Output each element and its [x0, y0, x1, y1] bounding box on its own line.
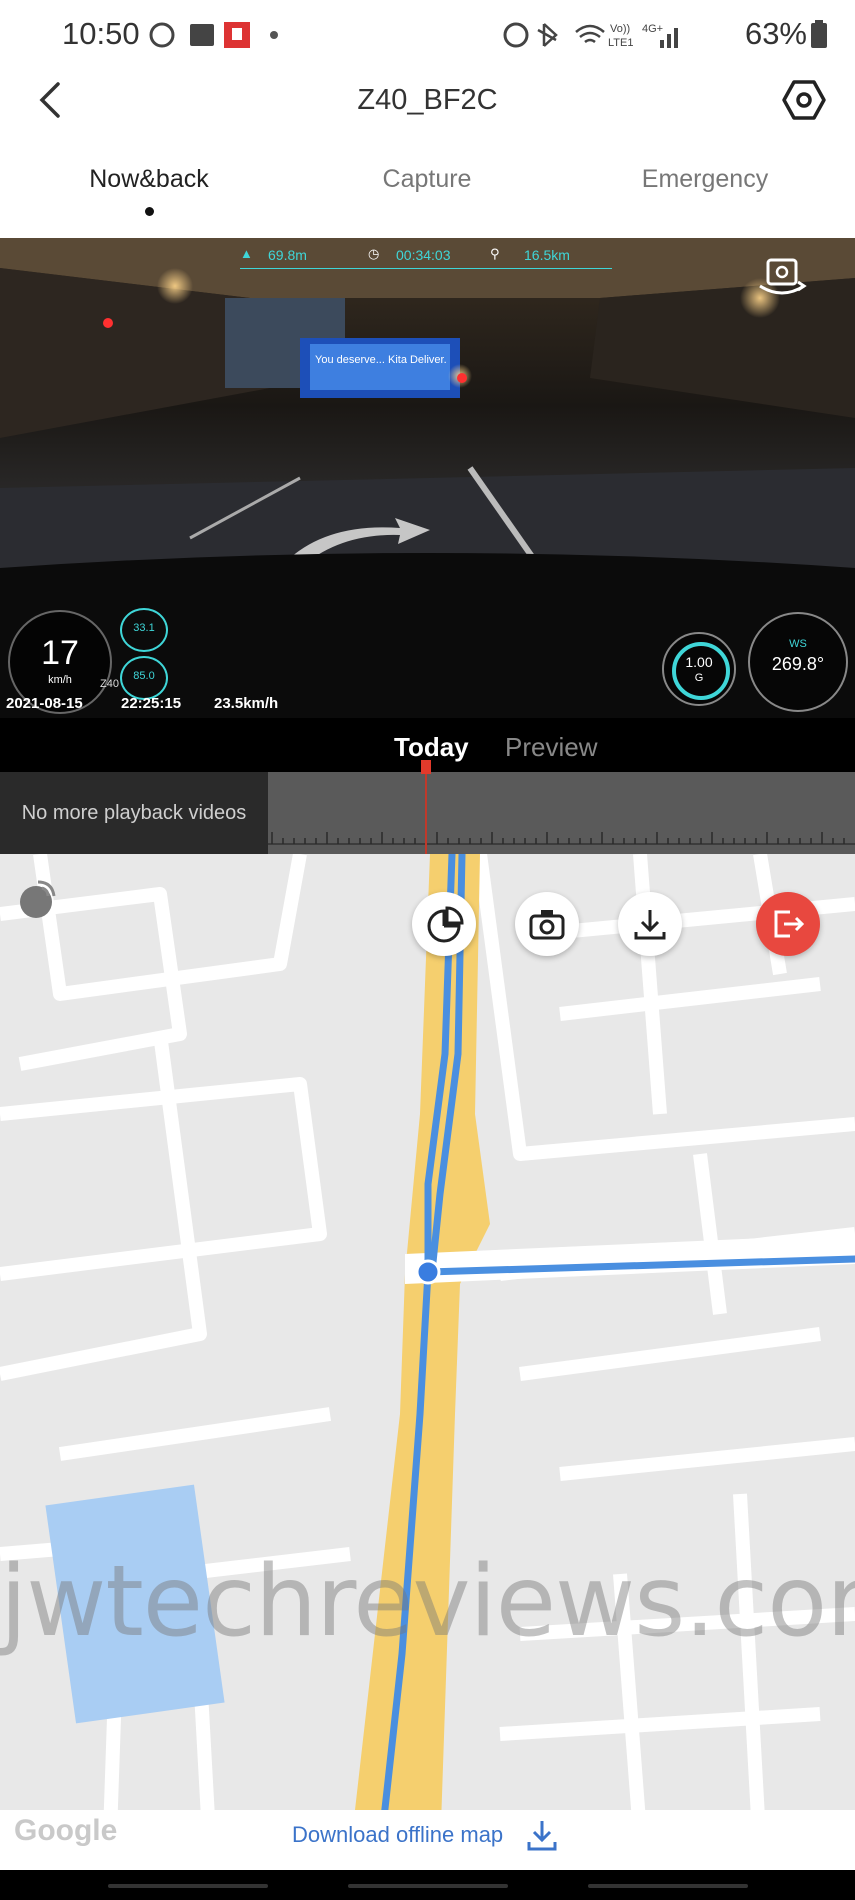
nav-back[interactable] — [588, 1884, 748, 1888]
speed-unit: km/h — [48, 674, 72, 686]
exit-button[interactable] — [756, 892, 820, 956]
tab-preview[interactable]: Preview — [505, 732, 597, 763]
camera-icon — [529, 910, 565, 940]
compass-heading: 269.8° — [771, 654, 825, 674]
timeline-cursor-head — [421, 760, 431, 774]
video-clock: 22:25:15 — [121, 695, 182, 712]
download-icon — [527, 1821, 557, 1851]
video-date: 2021-08-15 — [6, 695, 83, 712]
download-button[interactable] — [618, 892, 682, 956]
google-logo: Google — [14, 1814, 118, 1847]
statistics-button[interactable] — [412, 892, 476, 956]
elapsed-value: 00:34:03 — [396, 247, 451, 263]
satellite-dish-icon — [20, 880, 56, 918]
notification-icons — [149, 22, 278, 48]
satellite-toggle-button[interactable] — [12, 876, 60, 924]
altitude-icon: ▲ — [240, 246, 253, 261]
camera-switch-icon — [759, 258, 807, 295]
gauge-a: 33.1 — [120, 608, 168, 652]
clock-icon: ◷ — [368, 246, 380, 261]
altitude-value: 69.8m — [268, 247, 307, 263]
active-tab-indicator — [145, 207, 154, 216]
system-status-icons: Vo)) LTE1 4G+ — [503, 22, 678, 49]
no-playback-message: No more playback videos — [0, 772, 268, 854]
speed-value: 17 — [41, 634, 79, 672]
distance-value: 16.5km — [524, 247, 570, 263]
tab-now-and-back[interactable]: Now&back — [39, 165, 259, 194]
timeline-ticks — [268, 832, 855, 845]
battery-percent: 63% — [744, 16, 807, 51]
hex-gear-icon — [782, 80, 826, 120]
device-title: Z40_BF2C — [357, 84, 498, 116]
map-canvas — [0, 854, 855, 1854]
map-view[interactable] — [0, 854, 855, 1854]
tab-emergency[interactable]: Emergency — [595, 165, 815, 194]
tab-today[interactable]: Today — [394, 732, 469, 763]
timeline-track[interactable] — [268, 772, 855, 854]
compass-direction: WS — [789, 638, 807, 650]
svg-text:LTE1: LTE1 — [608, 37, 633, 49]
nav-home[interactable] — [348, 1884, 508, 1888]
billboard-text: You deserve... Kita Deliver. — [315, 354, 447, 366]
hud-top-bar: ▲ 69.8m ◷ 00:34:03 ⚲ 16.5km — [240, 246, 612, 269]
snapshot-button[interactable] — [515, 892, 579, 956]
gauge-b: 85.0 — [120, 656, 168, 700]
offline-download-button[interactable] — [526, 1818, 558, 1852]
current-position-marker — [415, 1259, 441, 1285]
gauge-a-value: 33.1 — [133, 622, 155, 634]
watermark: jwtechreviews.com — [0, 1545, 855, 1659]
tab-capture[interactable]: Capture — [317, 165, 537, 194]
location-pin-icon: ⚲ — [490, 246, 500, 261]
nav-recent[interactable] — [108, 1884, 268, 1888]
video-player[interactable]: You deserve... Kita Deliver. ▲ 69.8m ◷ 0… — [0, 238, 855, 718]
model-tag: Z40 — [100, 678, 119, 690]
g-force-value: 1.00 — [685, 654, 713, 670]
g-force-gauge: 1.00 G — [662, 632, 736, 706]
video-gps-speed: 23.5km/h — [214, 695, 279, 712]
gauge-b-value: 85.0 — [133, 670, 155, 682]
switch-camera-button[interactable] — [756, 256, 808, 300]
battery-icon — [811, 20, 827, 48]
g-force-unit: G — [694, 672, 704, 684]
exit-icon — [774, 910, 805, 938]
status-time: 10:50 — [62, 16, 140, 51]
settings-button[interactable] — [780, 76, 828, 124]
status-bar: 10:50 Vo)) LTE1 4G+ 63% — [0, 0, 855, 70]
download-offline-map-link[interactable]: Download offline map — [292, 1822, 503, 1848]
pie-chart-icon — [427, 906, 464, 943]
svg-text:4G+: 4G+ — [642, 23, 663, 35]
download-icon — [634, 910, 666, 940]
svg-text:Vo)): Vo)) — [610, 23, 630, 35]
timeline-cursor[interactable] — [425, 760, 427, 854]
compass-gauge: WS 269.8° — [748, 612, 848, 712]
